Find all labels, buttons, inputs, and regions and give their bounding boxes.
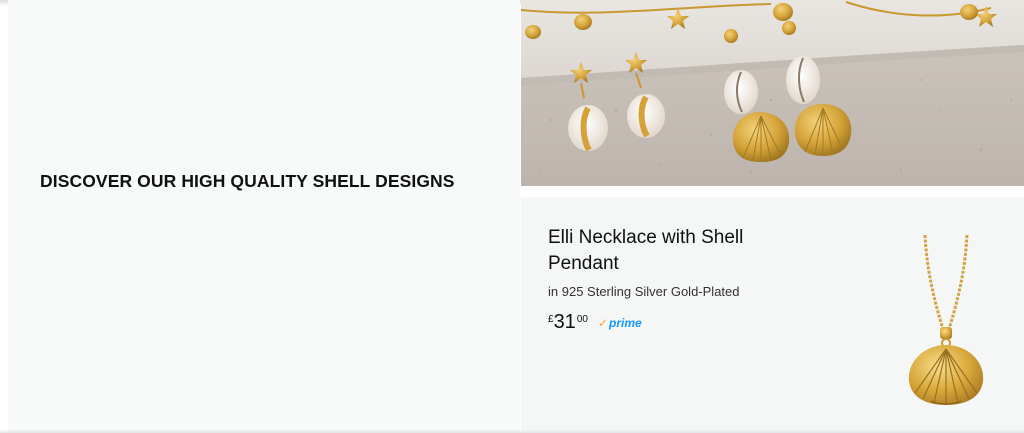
promo-headline: DISCOVER OUR HIGH QUALITY SHELL DESIGNS xyxy=(40,171,455,191)
product-card[interactable]: Elli Necklace with Shell Pendant in 925 … xyxy=(521,197,1024,433)
product-title[interactable]: Elli Necklace with Shell Pendant xyxy=(548,225,798,277)
hero-image[interactable] xyxy=(521,0,1024,186)
product-image[interactable] xyxy=(901,233,991,408)
shell-pendant-graphic xyxy=(908,234,984,405)
price-row: £ 31 00 ✓ prime xyxy=(548,311,642,337)
promo-panel[interactable]: DISCOVER OUR HIGH QUALITY SHELL DESIGNS xyxy=(8,0,520,433)
hero-image-graphic xyxy=(521,0,1024,186)
prime-check-icon: ✓ xyxy=(597,316,608,330)
product-subtitle: in 925 Sterling Silver Gold-Plated xyxy=(548,284,740,299)
price-whole: 31 xyxy=(553,311,576,333)
prime-badge: ✓ prime xyxy=(598,316,642,330)
price-fraction: 00 xyxy=(576,314,588,325)
prime-label: prime xyxy=(609,316,642,330)
bottom-shadow xyxy=(0,429,1024,433)
